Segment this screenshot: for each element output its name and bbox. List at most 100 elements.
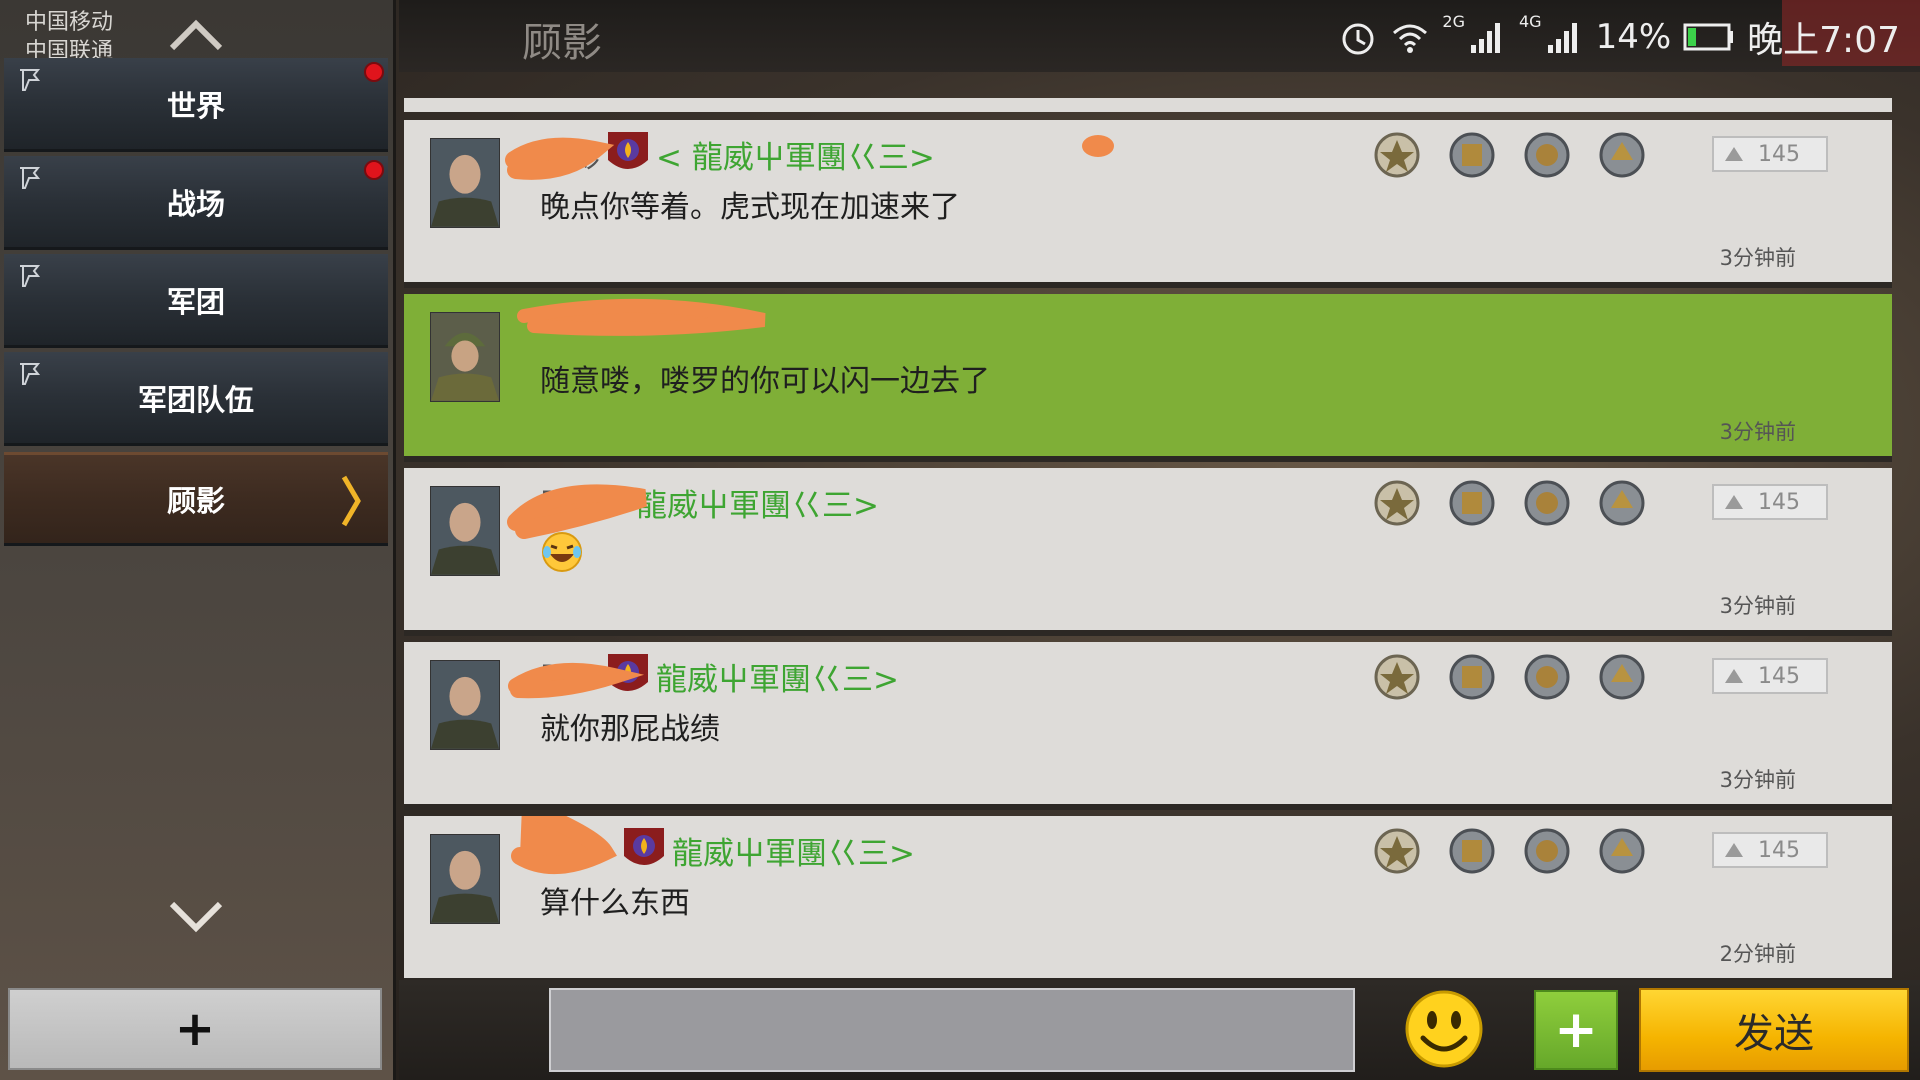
legion-name[interactable]: 龍威屮軍團巜三> (672, 828, 915, 873)
chat-message-highlighted[interactable]: 随意喽，喽罗的你可以闪一边去了 3分钟前 (404, 294, 1892, 462)
sidebar-item-label: 军团 (166, 284, 225, 319)
legion-badge-icon (624, 828, 664, 865)
message-text: 晚点你等着。虎式现在加速来了 (540, 190, 960, 225)
medal-4-icon[interactable] (1597, 478, 1647, 528)
avatar[interactable] (430, 312, 500, 402)
rank-up-icon (1725, 843, 1743, 857)
signal-icon (1471, 23, 1500, 53)
rank-badge: 145 (1712, 484, 1828, 520)
rank-badge: 145 (1712, 136, 1828, 172)
legion-badge-icon (608, 654, 648, 691)
medal-2-icon[interactable] (1447, 130, 1497, 180)
scroll-up-chevron-icon[interactable] (168, 14, 224, 54)
scroll-down-chevron-icon[interactable] (168, 896, 224, 936)
medal-1-icon[interactable] (1372, 478, 1422, 528)
medal-3-icon[interactable] (1522, 130, 1572, 180)
pin-icon[interactable] (16, 164, 42, 190)
notification-dot (364, 62, 384, 82)
medal-row (1372, 652, 1647, 702)
clock: 晚上7:07 (1747, 20, 1900, 61)
wifi-icon (1393, 24, 1428, 53)
medal-2-icon[interactable] (1447, 652, 1497, 702)
medal-1-icon[interactable] (1372, 826, 1422, 876)
chevron-right-icon (341, 475, 361, 527)
rank-value: 145 (1758, 141, 1800, 167)
avatar[interactable] (430, 138, 500, 228)
pin-icon[interactable] (16, 360, 42, 386)
sidebar-item-label: 顾影 (166, 484, 225, 518)
medal-3-icon[interactable] (1522, 478, 1572, 528)
medal-4-icon[interactable] (1597, 130, 1647, 180)
medal-1-icon[interactable] (1372, 130, 1422, 180)
rank-value: 145 (1758, 663, 1800, 689)
message-header: 龍威屮軍團巜三> (540, 828, 915, 872)
medal-row (1372, 130, 1647, 180)
message-time: 3分钟前 (1719, 768, 1796, 792)
medal-2-icon[interactable] (1447, 478, 1497, 528)
message-header (540, 306, 546, 350)
signal-icon (1547, 23, 1577, 53)
rank-up-icon (1725, 495, 1743, 509)
chat-message[interactable]: 顾 龍威屮軍團巜三> 145 3分钟前 (404, 468, 1892, 636)
sidebar-item-label: 战场 (166, 186, 225, 221)
sidebar-item-label: 世界 (166, 88, 225, 123)
rank-badge: 145 (1712, 658, 1828, 694)
medal-4-icon[interactable] (1597, 826, 1647, 876)
message-time: 3分钟前 (1719, 420, 1796, 444)
message-time: 3分钟前 (1719, 594, 1796, 618)
smiley-emoji-button-icon[interactable] (1403, 988, 1485, 1070)
chat-input-bar: + 发送 (399, 980, 1920, 1080)
avatar[interactable] (430, 834, 500, 924)
legion-name[interactable]: 龍威屮軍團巜三> (656, 654, 899, 699)
chat-message[interactable]: 龍威屮軍團巜三> 算什么东西 145 2分钟前 (404, 816, 1892, 980)
message-header: 顾 龍威屮軍團巜三> (540, 654, 899, 698)
attach-button[interactable]: + (1534, 990, 1618, 1070)
sender-name[interactable]: 顾影 (540, 132, 600, 176)
message-time: 2分钟前 (1719, 942, 1796, 966)
send-button[interactable]: 发送 (1639, 988, 1909, 1072)
message-input[interactable] (549, 988, 1355, 1072)
avatar[interactable] (430, 660, 500, 750)
chat-message[interactable]: 顾影 < 龍威屮軍團巜三> 晚点你等着。虎式现在加速来了 145 3分钟前 (404, 120, 1892, 288)
sidebar-item-legion-team[interactable]: 军团队伍 (4, 352, 388, 446)
legion-badge-icon (608, 132, 648, 169)
notification-dot (364, 160, 384, 180)
pin-icon[interactable] (16, 262, 42, 288)
message-header: 顾影 < 龍威屮軍團巜三> (540, 132, 935, 176)
sidebar-item-label: 军团队伍 (137, 382, 254, 417)
message-time: 3分钟前 (1719, 246, 1796, 270)
legion-name[interactable]: < 龍威屮軍團巜三> (656, 132, 935, 177)
sidebar-item-private-chat[interactable]: 顾影 (4, 452, 388, 546)
sender-name[interactable]: 顾 (540, 480, 570, 524)
medal-row (1372, 826, 1647, 876)
carrier-1: 中国移动 (25, 10, 114, 35)
message-text: 算什么东西 (540, 886, 690, 921)
add-channel-button[interactable]: + (8, 988, 382, 1070)
message-text: 就你那屁战绩 (540, 712, 720, 747)
sidebar-item-battlefield[interactable]: 战场 (4, 156, 388, 250)
medal-4-icon[interactable] (1597, 652, 1647, 702)
channel-sidebar: 中国移动 中国联通 世界 战场 军团 军团队伍 顾影 + (0, 0, 396, 1080)
laughing-tears-emoji (542, 532, 582, 572)
status-bar: 2G 4G 14% 晚上7:07 (1338, 12, 1900, 62)
message-text: 随意喽，喽罗的你可以闪一边去了 (540, 364, 990, 399)
medal-3-icon[interactable] (1522, 826, 1572, 876)
page-title: 顾影 (522, 20, 602, 66)
header-bar: 顾影 2G 4G 14% 晚上7:07 (399, 0, 1920, 72)
avatar[interactable] (430, 486, 500, 576)
alarm-icon (1342, 23, 1374, 55)
sidebar-item-legion[interactable]: 军团 (4, 254, 388, 348)
rank-up-icon (1725, 669, 1743, 683)
medal-1-icon[interactable] (1372, 652, 1422, 702)
legion-name[interactable]: 龍威屮軍團巜三> (636, 480, 879, 525)
rank-value: 145 (1758, 837, 1800, 863)
sidebar-item-world[interactable]: 世界 (4, 58, 388, 152)
medal-3-icon[interactable] (1522, 652, 1572, 702)
network-4g-label: 4G (1519, 12, 1542, 31)
rank-up-icon (1725, 147, 1743, 161)
pin-icon[interactable] (16, 66, 42, 92)
chat-message[interactable]: 顾 龍威屮軍團巜三> 就你那屁战绩 145 3分钟前 (404, 642, 1892, 810)
medal-2-icon[interactable] (1447, 826, 1497, 876)
sender-name[interactable]: 顾 (540, 654, 570, 698)
chat-list[interactable]: 顾影 < 龍威屮軍團巜三> 晚点你等着。虎式现在加速来了 145 3分钟前 随意… (404, 96, 1892, 980)
